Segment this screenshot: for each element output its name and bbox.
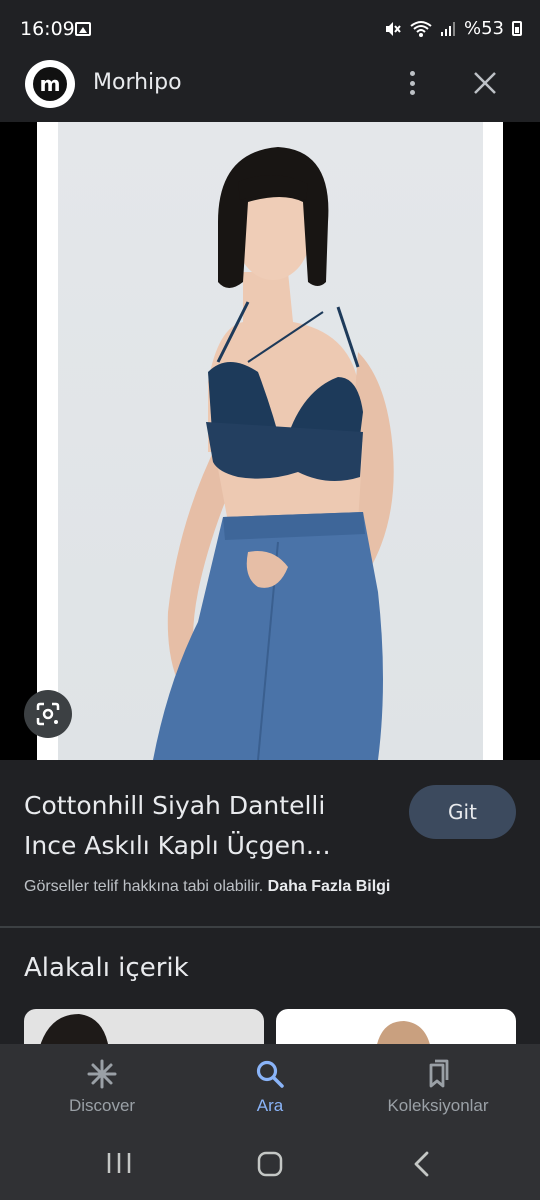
related-card[interactable] bbox=[24, 1009, 264, 1049]
nav-collections-label: Koleksiyonlar bbox=[387, 1096, 489, 1115]
section-divider bbox=[0, 926, 540, 928]
product-image[interactable] bbox=[58, 122, 483, 760]
related-card[interactable] bbox=[276, 1009, 516, 1049]
nav-search-label: Ara bbox=[256, 1096, 284, 1115]
home-icon[interactable] bbox=[256, 1150, 284, 1178]
site-title: Morhipo bbox=[93, 70, 182, 95]
recent-apps-icon[interactable] bbox=[105, 1150, 133, 1176]
battery-percent: %53 bbox=[463, 18, 504, 39]
copyright-notice: Görseller telif hakkına tabi olabilir. D… bbox=[24, 878, 390, 896]
wifi-icon bbox=[410, 20, 432, 37]
nav-collections[interactable]: Koleksiyonlar bbox=[368, 1058, 508, 1116]
search-icon bbox=[256, 1060, 284, 1088]
system-navigation bbox=[0, 1134, 540, 1200]
mute-icon bbox=[385, 21, 401, 36]
learn-more-link[interactable]: Daha Fazla Bilgi bbox=[268, 878, 391, 895]
site-logo: m bbox=[25, 60, 75, 108]
related-thumbnail bbox=[376, 1021, 431, 1049]
asterisk-icon bbox=[87, 1059, 117, 1089]
related-content-title: Alakalı içerik bbox=[24, 953, 189, 983]
close-icon[interactable] bbox=[470, 68, 500, 98]
back-icon[interactable] bbox=[410, 1150, 434, 1178]
status-icons: %53 bbox=[384, 18, 522, 39]
product-image-area bbox=[0, 122, 540, 760]
related-thumbnail bbox=[39, 1014, 109, 1049]
more-options-icon[interactable] bbox=[402, 68, 422, 98]
product-title-line2: Ince Askılı Kaplı Üçgen… bbox=[24, 831, 331, 860]
product-image-frame bbox=[37, 122, 503, 760]
copyright-text: Görseller telif hakkına tabi olabilir. bbox=[24, 878, 268, 895]
logo-letter: m bbox=[33, 67, 67, 101]
visit-button[interactable]: Git bbox=[409, 785, 516, 839]
bottom-navigation: Discover Ara Koleksiyonlar bbox=[0, 1044, 540, 1134]
product-title[interactable]: Cottonhill Siyah Dantelli Ince Askılı Ka… bbox=[24, 786, 384, 866]
lens-icon bbox=[36, 702, 60, 726]
nav-search[interactable]: Ara bbox=[200, 1058, 340, 1116]
collections-icon bbox=[429, 1059, 449, 1088]
battery-icon bbox=[512, 21, 522, 36]
product-title-line1: Cottonhill Siyah Dantelli bbox=[24, 791, 326, 820]
lens-search-button[interactable] bbox=[24, 690, 72, 738]
model-photo bbox=[153, 147, 394, 760]
gallery-notification-icon bbox=[75, 22, 91, 36]
nav-discover-label: Discover bbox=[68, 1096, 136, 1115]
status-time: 16:09 bbox=[20, 18, 75, 40]
status-bar: 16:09 %53 bbox=[0, 0, 540, 60]
app-bar: m Morhipo bbox=[0, 60, 540, 122]
signal-icon bbox=[440, 21, 455, 36]
nav-discover[interactable]: Discover bbox=[32, 1058, 172, 1116]
product-info: Cottonhill Siyah Dantelli Ince Askılı Ka… bbox=[0, 760, 540, 928]
